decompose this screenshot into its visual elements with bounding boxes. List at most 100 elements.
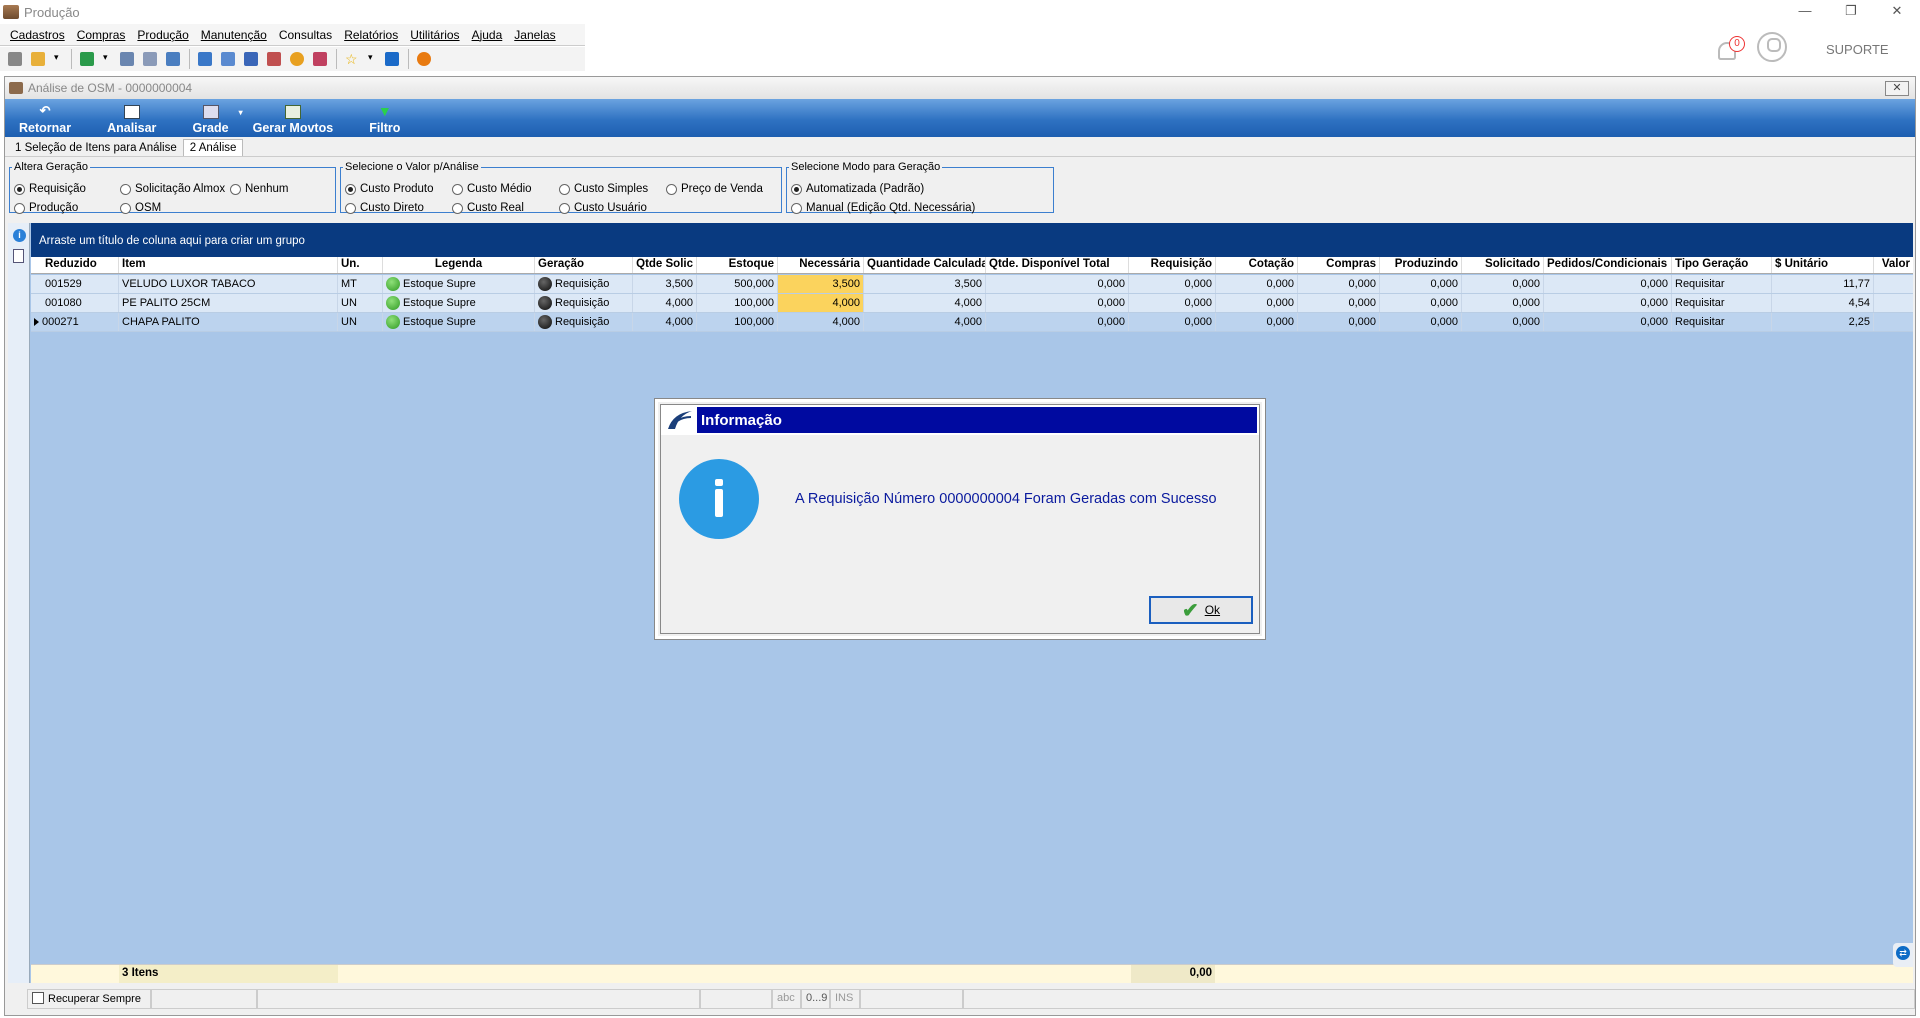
close-button[interactable]: ✕ — [1874, 0, 1920, 22]
calendar-icon[interactable] — [166, 52, 180, 66]
col-reduzido[interactable]: Reduzido — [31, 257, 119, 273]
table-row[interactable]: 001529 VELUDO LUXOR TABACO MT Estoque Su… — [31, 275, 1913, 294]
cell-item[interactable]: PE PALITO 25CM — [119, 294, 338, 312]
cell-estoque[interactable]: 500,000 — [697, 275, 778, 293]
col-solicitado[interactable]: Solicitado — [1462, 257, 1544, 273]
radio-custo-simples[interactable]: Custo Simples — [559, 183, 648, 195]
radio-custo-real[interactable]: Custo Real — [452, 202, 524, 214]
menu-manutencao[interactable]: Manutenção — [201, 28, 267, 42]
cell-produzindo[interactable]: 0,000 — [1380, 294, 1462, 312]
folder-icon[interactable] — [31, 52, 45, 66]
col-tipo-geracao[interactable]: Tipo Geração — [1672, 257, 1772, 273]
retornar-button[interactable]: ↶ Retornar — [19, 104, 71, 137]
cell-necessaria[interactable]: 4,000 — [778, 294, 864, 312]
cell-item[interactable]: VELUDO LUXOR TABACO — [119, 275, 338, 293]
col-unitario[interactable]: $ Unitário — [1772, 257, 1874, 273]
minimize-button[interactable]: — — [1782, 0, 1828, 22]
cell-compras[interactable]: 0,000 — [1298, 313, 1380, 331]
cell-qtd-calc[interactable]: 4,000 — [864, 313, 986, 331]
dropdown-arrow-icon[interactable]: ▾ — [54, 52, 62, 66]
col-pedidos-condicionais[interactable]: Pedidos/Condicionais — [1544, 257, 1672, 273]
ok-button[interactable]: ✔ Ok — [1149, 596, 1253, 624]
cell-requisicao[interactable]: 0,000 — [1129, 275, 1216, 293]
cell-disponivel[interactable]: 0,000 — [986, 313, 1129, 331]
radio-osm[interactable]: OSM — [120, 202, 161, 214]
cell-requisicao[interactable]: 0,000 — [1129, 294, 1216, 312]
cell-reduzido[interactable]: 001080 — [31, 294, 119, 312]
factory-icon[interactable] — [120, 52, 134, 66]
cell-un[interactable]: UN — [338, 294, 383, 312]
radio-producao[interactable]: Produção — [14, 202, 78, 214]
menu-compras[interactable]: Compras — [77, 28, 126, 42]
menu-janelas[interactable]: Janelas — [514, 28, 555, 42]
cell-tipo-geracao[interactable]: Requisitar — [1672, 294, 1772, 312]
cell-unitario[interactable]: 11,77 — [1772, 275, 1874, 293]
recuperar-sempre-checkbox[interactable]: Recuperar Sempre — [27, 989, 151, 1009]
cell-compras[interactable]: 0,000 — [1298, 275, 1380, 293]
document-icon[interactable] — [13, 249, 24, 263]
cell-reduzido[interactable]: 000271 — [31, 313, 119, 331]
menu-relatorios[interactable]: Relatórios — [344, 28, 398, 42]
cell-legenda[interactable]: Estoque Supre — [383, 275, 535, 293]
cell-solicitado[interactable]: 0,000 — [1462, 313, 1544, 331]
cell-disponivel[interactable]: 0,000 — [986, 275, 1129, 293]
cart-icon[interactable] — [80, 52, 94, 66]
cell-item[interactable]: CHAPA PALITO — [119, 313, 338, 331]
search-document-icon[interactable] — [313, 52, 327, 66]
cell-tipo-geracao[interactable]: Requisitar — [1672, 275, 1772, 293]
info-icon[interactable]: i — [13, 229, 26, 242]
radio-manual[interactable]: Manual (Edição Qtd. Necessária) — [791, 202, 975, 214]
grade-button[interactable]: Grade — [192, 105, 229, 137]
cell-pedidos[interactable]: 0,000 — [1544, 294, 1672, 312]
menu-cadastros[interactable]: Cadastros — [10, 28, 65, 42]
col-requisicao[interactable]: Requisição — [1129, 257, 1216, 273]
col-cotacao[interactable]: Cotação — [1216, 257, 1298, 273]
group-by-panel[interactable]: Arraste um título de coluna aqui para cr… — [31, 223, 1913, 257]
list-icon[interactable] — [267, 52, 281, 66]
cell-tipo-geracao[interactable]: Requisitar — [1672, 313, 1772, 331]
cell-requisicao[interactable]: 0,000 — [1129, 313, 1216, 331]
grade-dropdown-icon[interactable]: ▾ — [239, 108, 243, 137]
radio-requisicao[interactable]: Requisição — [14, 183, 86, 195]
col-quantidade-calculada[interactable]: Quantidade Calculada — [864, 257, 986, 273]
username[interactable]: SUPORTE — [1826, 42, 1889, 57]
col-geracao[interactable]: Geração — [535, 257, 633, 273]
cell-produzindo[interactable]: 0,000 — [1380, 313, 1462, 331]
remote-support-icon[interactable] — [1893, 943, 1913, 967]
radio-custo-produto[interactable]: Custo Produto — [345, 183, 434, 195]
cell-legenda[interactable]: Estoque Supre — [383, 294, 535, 312]
col-un[interactable]: Un. — [338, 257, 383, 273]
col-legenda[interactable]: Legenda — [383, 257, 535, 273]
cell-valor[interactable] — [1874, 313, 1913, 331]
cell-legenda[interactable]: Estoque Supre — [383, 313, 535, 331]
lock-icon[interactable] — [290, 52, 304, 66]
analisar-button[interactable]: Analisar — [107, 105, 156, 137]
radio-custo-direto[interactable]: Custo Direto — [345, 202, 424, 214]
cell-cotacao[interactable]: 0,000 — [1216, 294, 1298, 312]
factory-icon[interactable] — [143, 52, 157, 66]
col-compras[interactable]: Compras — [1298, 257, 1380, 273]
radio-solicitacao-almox[interactable]: Solicitação Almox — [120, 183, 225, 195]
cell-geracao[interactable]: Requisição — [535, 294, 633, 312]
radio-nenhum[interactable]: Nenhum — [230, 183, 288, 195]
menu-ajuda[interactable]: Ajuda — [472, 28, 503, 42]
calculator-icon[interactable] — [221, 52, 235, 66]
cell-estoque[interactable]: 100,000 — [697, 294, 778, 312]
col-produzindo[interactable]: Produzindo — [1380, 257, 1462, 273]
col-qtde-disponivel-total[interactable]: Qtde. Disponível Total — [986, 257, 1129, 273]
cell-cotacao[interactable]: 0,000 — [1216, 313, 1298, 331]
tab-analise[interactable]: 2 Análise — [182, 139, 244, 156]
cell-compras[interactable]: 0,000 — [1298, 294, 1380, 312]
col-necessaria[interactable]: Necessária — [778, 257, 864, 273]
cell-solicitado[interactable]: 0,000 — [1462, 294, 1544, 312]
cell-qtde-solic[interactable]: 4,000 — [633, 294, 697, 312]
cell-qtde-solic[interactable]: 3,500 — [633, 275, 697, 293]
table-row[interactable]: 001080 PE PALITO 25CM UN Estoque Supre R… — [31, 294, 1913, 313]
cell-necessaria[interactable]: 4,000 — [778, 313, 864, 331]
col-estoque[interactable]: Estoque — [697, 257, 778, 273]
cell-qtd-calc[interactable]: 3,500 — [864, 275, 986, 293]
cell-un[interactable]: MT — [338, 275, 383, 293]
cell-pedidos[interactable]: 0,000 — [1544, 313, 1672, 331]
col-valor[interactable]: Valor — [1874, 257, 1913, 273]
cell-produzindo[interactable]: 0,000 — [1380, 275, 1462, 293]
